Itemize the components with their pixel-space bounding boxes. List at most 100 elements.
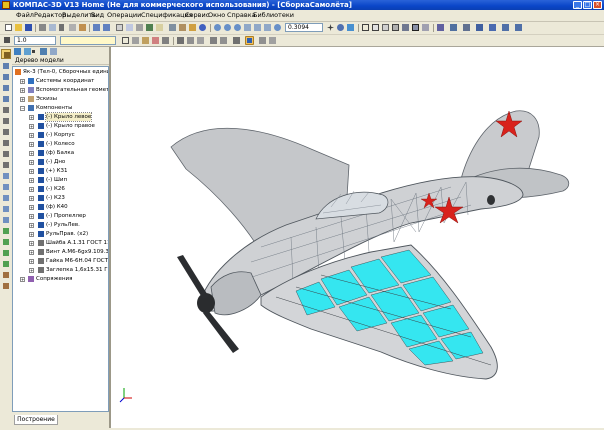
rotate-icon[interactable] bbox=[336, 23, 345, 32]
properties-icon[interactable] bbox=[178, 23, 187, 32]
tree-filter-icon[interactable] bbox=[40, 48, 47, 55]
menu-view[interactable]: Вид bbox=[91, 11, 104, 19]
tree-sort-icon[interactable] bbox=[50, 48, 57, 55]
attributes-icon[interactable] bbox=[188, 23, 197, 32]
tree-item-coords[interactable]: + Системы координат bbox=[13, 77, 108, 85]
expand-icon[interactable]: + bbox=[29, 241, 34, 246]
expand-icon[interactable]: + bbox=[29, 268, 34, 273]
menu-service[interactable]: Сервис bbox=[185, 11, 209, 19]
mirror-icon[interactable] bbox=[1, 182, 11, 192]
copy-icon[interactable] bbox=[68, 23, 77, 32]
zoom-all-icon[interactable] bbox=[243, 23, 252, 32]
editing-details-icon[interactable] bbox=[1, 49, 11, 59]
tree-item-components[interactable]: − Компоненты bbox=[13, 104, 108, 112]
component-row[interactable]: + (ф) К40 bbox=[13, 203, 108, 211]
snap-icon[interactable] bbox=[3, 36, 12, 45]
display-icon[interactable] bbox=[488, 23, 497, 32]
array-icon[interactable] bbox=[1, 171, 11, 181]
axis-icon[interactable] bbox=[1, 204, 11, 214]
fillet-icon[interactable] bbox=[1, 116, 11, 126]
tree-item-aux-geometry[interactable]: + Вспомогательная геометрия bbox=[13, 86, 108, 94]
cut-op-icon[interactable] bbox=[1, 105, 11, 115]
component-row[interactable]: + Заглепка 1,6х15.31 ГС bbox=[13, 266, 108, 274]
collapse-icon[interactable]: − bbox=[20, 106, 25, 111]
component-row[interactable]: + РульПрав. (x2) bbox=[13, 230, 108, 238]
component-row[interactable]: + (-) РульЛев. bbox=[13, 221, 108, 229]
component-row[interactable]: + Шайба А.1.31 ГОСТ 11 bbox=[13, 239, 108, 247]
tab-construction[interactable]: Построение bbox=[14, 415, 58, 425]
extrude-icon[interactable] bbox=[1, 61, 11, 71]
expand-icon[interactable]: + bbox=[29, 259, 34, 264]
sheet-icon[interactable] bbox=[1, 259, 11, 269]
component-row[interactable]: + Гайка М6-6Н.04 ГОСТ bbox=[13, 257, 108, 265]
tree-item-sketches[interactable]: + Эскизы bbox=[13, 95, 108, 103]
expand-icon[interactable]: + bbox=[20, 277, 25, 282]
highlighted-tool-icon[interactable] bbox=[245, 36, 254, 45]
shaded-edges-icon[interactable] bbox=[411, 23, 420, 32]
hidden-thin-icon[interactable] bbox=[381, 23, 390, 32]
save-button[interactable] bbox=[24, 23, 33, 32]
help-icon[interactable] bbox=[198, 23, 207, 32]
print-button[interactable] bbox=[38, 23, 47, 32]
tool-icon-f[interactable] bbox=[232, 36, 241, 45]
expand-icon[interactable]: + bbox=[29, 115, 34, 120]
menu-libraries[interactable]: Библиотеки bbox=[253, 11, 294, 19]
expand-icon[interactable]: + bbox=[29, 214, 34, 219]
surface-icon[interactable] bbox=[1, 226, 11, 236]
zoom-window-icon[interactable] bbox=[213, 23, 222, 32]
loft-icon[interactable] bbox=[1, 94, 11, 104]
expand-icon[interactable]: + bbox=[29, 205, 34, 210]
component-row[interactable]: + Винт А.М6-6gx9.109.30 bbox=[13, 248, 108, 256]
model-viewport[interactable] bbox=[111, 47, 604, 428]
hidden-lines-icon[interactable] bbox=[371, 23, 380, 32]
kinematic-icon[interactable] bbox=[1, 83, 11, 93]
component-row[interactable]: + (-) Шип bbox=[13, 176, 108, 184]
zoom-selected-icon[interactable] bbox=[263, 23, 272, 32]
filter-op-icon[interactable] bbox=[1, 248, 11, 258]
report-op-icon[interactable] bbox=[1, 281, 11, 291]
expand-icon[interactable]: + bbox=[29, 196, 34, 201]
zoom-scale-icon[interactable] bbox=[273, 23, 282, 32]
assembly-icon[interactable] bbox=[514, 23, 523, 32]
curve-icon[interactable] bbox=[1, 215, 11, 225]
expand-icon[interactable]: + bbox=[29, 142, 34, 147]
expand-icon[interactable]: + bbox=[29, 178, 34, 183]
eraser-icon[interactable] bbox=[151, 36, 160, 45]
component-row[interactable]: + (-) Корпус bbox=[13, 131, 108, 139]
tool-icon-b[interactable] bbox=[186, 36, 195, 45]
measure-op-icon[interactable] bbox=[1, 237, 11, 247]
tree-mode-icon[interactable] bbox=[24, 48, 31, 55]
fx-icon[interactable] bbox=[155, 23, 164, 32]
paste-icon[interactable] bbox=[78, 23, 87, 32]
tree-root[interactable]: Як-3 (Тел-0, Сборочных единиц bbox=[13, 68, 108, 76]
preview-button[interactable] bbox=[48, 23, 57, 32]
zoom-scale-input[interactable]: 0.3094 bbox=[285, 23, 323, 32]
rib-icon[interactable] bbox=[1, 149, 11, 159]
shaded-icon[interactable] bbox=[401, 23, 410, 32]
open-button[interactable] bbox=[14, 23, 23, 32]
spec-icon[interactable] bbox=[115, 23, 124, 32]
menu-help[interactable]: Справка bbox=[227, 11, 256, 19]
rotate-op-icon[interactable] bbox=[1, 72, 11, 82]
component-row[interactable]: + (-) К26 bbox=[13, 185, 108, 193]
menu-window[interactable]: Окно bbox=[208, 11, 225, 19]
cut-icon[interactable] bbox=[58, 23, 67, 32]
expand-icon[interactable]: + bbox=[29, 250, 34, 255]
tool-icon-e[interactable] bbox=[219, 36, 228, 45]
tree-view-icon[interactable] bbox=[14, 48, 21, 55]
tool-icon-g[interactable] bbox=[258, 36, 267, 45]
component-row[interactable]: + (-) Колесо bbox=[13, 140, 108, 148]
redo-icon[interactable] bbox=[102, 23, 111, 32]
component-row[interactable]: + (+) К31 bbox=[13, 167, 108, 175]
expand-icon[interactable]: + bbox=[29, 151, 34, 156]
wireframe-icon[interactable] bbox=[361, 23, 370, 32]
select-icon[interactable] bbox=[475, 23, 484, 32]
library-icon[interactable] bbox=[145, 23, 154, 32]
expand-icon[interactable]: + bbox=[29, 223, 34, 228]
variables-icon[interactable] bbox=[135, 23, 144, 32]
plane-icon[interactable] bbox=[1, 193, 11, 203]
new-doc-button[interactable] bbox=[4, 23, 13, 32]
component-row[interactable]: + (-) Крыло правое bbox=[13, 122, 108, 130]
component-row[interactable]: + (-) К23 bbox=[13, 194, 108, 202]
tool-icon-h[interactable] bbox=[268, 36, 277, 45]
